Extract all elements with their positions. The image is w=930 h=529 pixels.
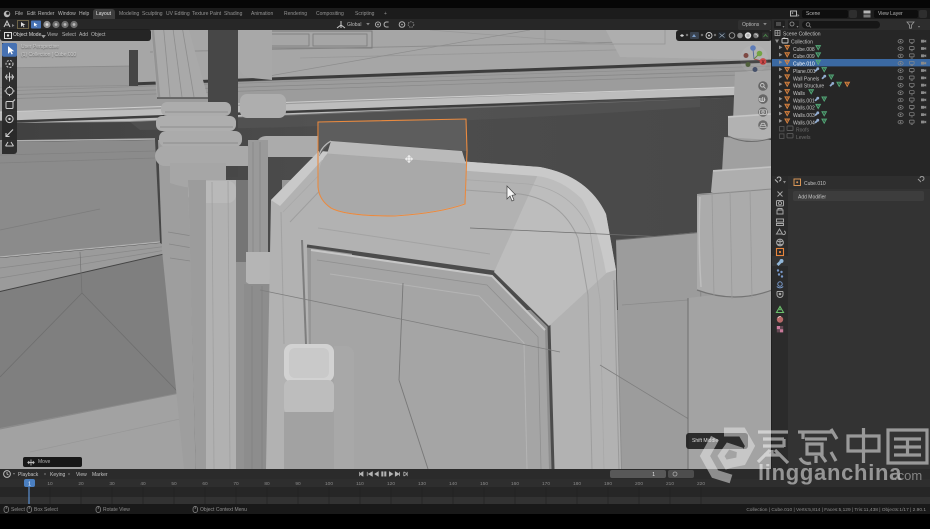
- svg-text:Cube.010: Cube.010: [804, 181, 826, 187]
- svg-text:40: 40: [140, 481, 146, 487]
- svg-text:20: 20: [78, 481, 84, 487]
- svg-text:80: 80: [264, 481, 270, 487]
- svg-text:Levels: Levels: [796, 135, 811, 141]
- svg-text:Add Modifier: Add Modifier: [798, 195, 826, 201]
- svg-text:110: 110: [356, 481, 364, 487]
- svg-text:Plane.001: Plane.001: [793, 69, 816, 75]
- svg-text:Walls.002: Walls.002: [793, 106, 815, 112]
- svg-text:Wall Structure: Wall Structure: [793, 84, 824, 90]
- svg-text:Roofs: Roofs: [796, 128, 810, 134]
- svg-text:Marker: Marker: [92, 472, 108, 478]
- svg-text:10: 10: [47, 481, 53, 487]
- svg-text:Cube.010: Cube.010: [793, 62, 815, 68]
- svg-text:120: 120: [387, 481, 395, 487]
- svg-text:160: 160: [511, 481, 519, 487]
- svg-text:lingganchina: lingganchina: [758, 460, 902, 485]
- svg-text:Walls.001: Walls.001: [793, 98, 815, 104]
- svg-text:.com: .com: [894, 468, 922, 483]
- svg-text:Collection: Collection: [791, 40, 813, 46]
- svg-text:Cube.009: Cube.009: [793, 54, 815, 60]
- svg-text:Scene Collection: Scene Collection: [783, 31, 821, 37]
- svg-text:140: 140: [449, 481, 457, 487]
- svg-text:50: 50: [171, 481, 177, 487]
- svg-text:Wall Panels: Wall Panels: [793, 76, 820, 82]
- svg-text:Select: Select: [11, 507, 26, 513]
- svg-text:Walls.004: Walls.004: [793, 120, 815, 126]
- svg-text:30: 30: [109, 481, 115, 487]
- svg-text:200: 200: [635, 481, 643, 487]
- svg-text:1: 1: [652, 472, 655, 478]
- svg-text:100: 100: [325, 481, 333, 487]
- svg-text:170: 170: [542, 481, 550, 487]
- svg-text:Rotate View: Rotate View: [103, 507, 130, 513]
- svg-text:View: View: [76, 472, 87, 478]
- svg-text:190: 190: [604, 481, 612, 487]
- svg-text:60: 60: [202, 481, 208, 487]
- svg-text:Playback: Playback: [18, 472, 39, 478]
- svg-text:150: 150: [480, 481, 488, 487]
- svg-text:90: 90: [295, 481, 301, 487]
- svg-text:Keying: Keying: [50, 472, 66, 478]
- svg-text:130: 130: [418, 481, 426, 487]
- svg-text:70: 70: [233, 481, 239, 487]
- svg-text:180: 180: [573, 481, 581, 487]
- svg-text:1: 1: [28, 481, 31, 487]
- svg-text:Cube.008: Cube.008: [793, 47, 815, 53]
- svg-text:Object Context Menu: Object Context Menu: [200, 507, 247, 513]
- svg-text:Box Select: Box Select: [34, 507, 59, 513]
- svg-text:210: 210: [666, 481, 674, 487]
- svg-text:Collection | Cube.010 | Verts:: Collection | Cube.010 | Verts:5,814 | Fa…: [746, 507, 926, 513]
- svg-text:Walls.003: Walls.003: [793, 113, 815, 119]
- svg-text:Walls: Walls: [793, 91, 806, 97]
